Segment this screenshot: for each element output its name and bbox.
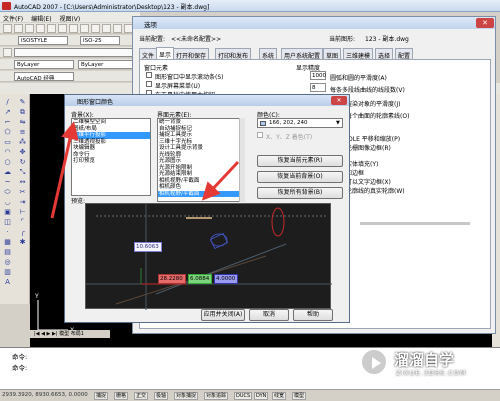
- annotation-arrows: [50, 121, 240, 219]
- watermark-url: ZIXUE.3D66.COM: [396, 369, 467, 377]
- watermark-title: 溜溜自学: [394, 351, 455, 369]
- play-logo-icon: [360, 348, 388, 376]
- watermark: 溜溜自学 ZIXUE.3D66.COM: [360, 346, 496, 382]
